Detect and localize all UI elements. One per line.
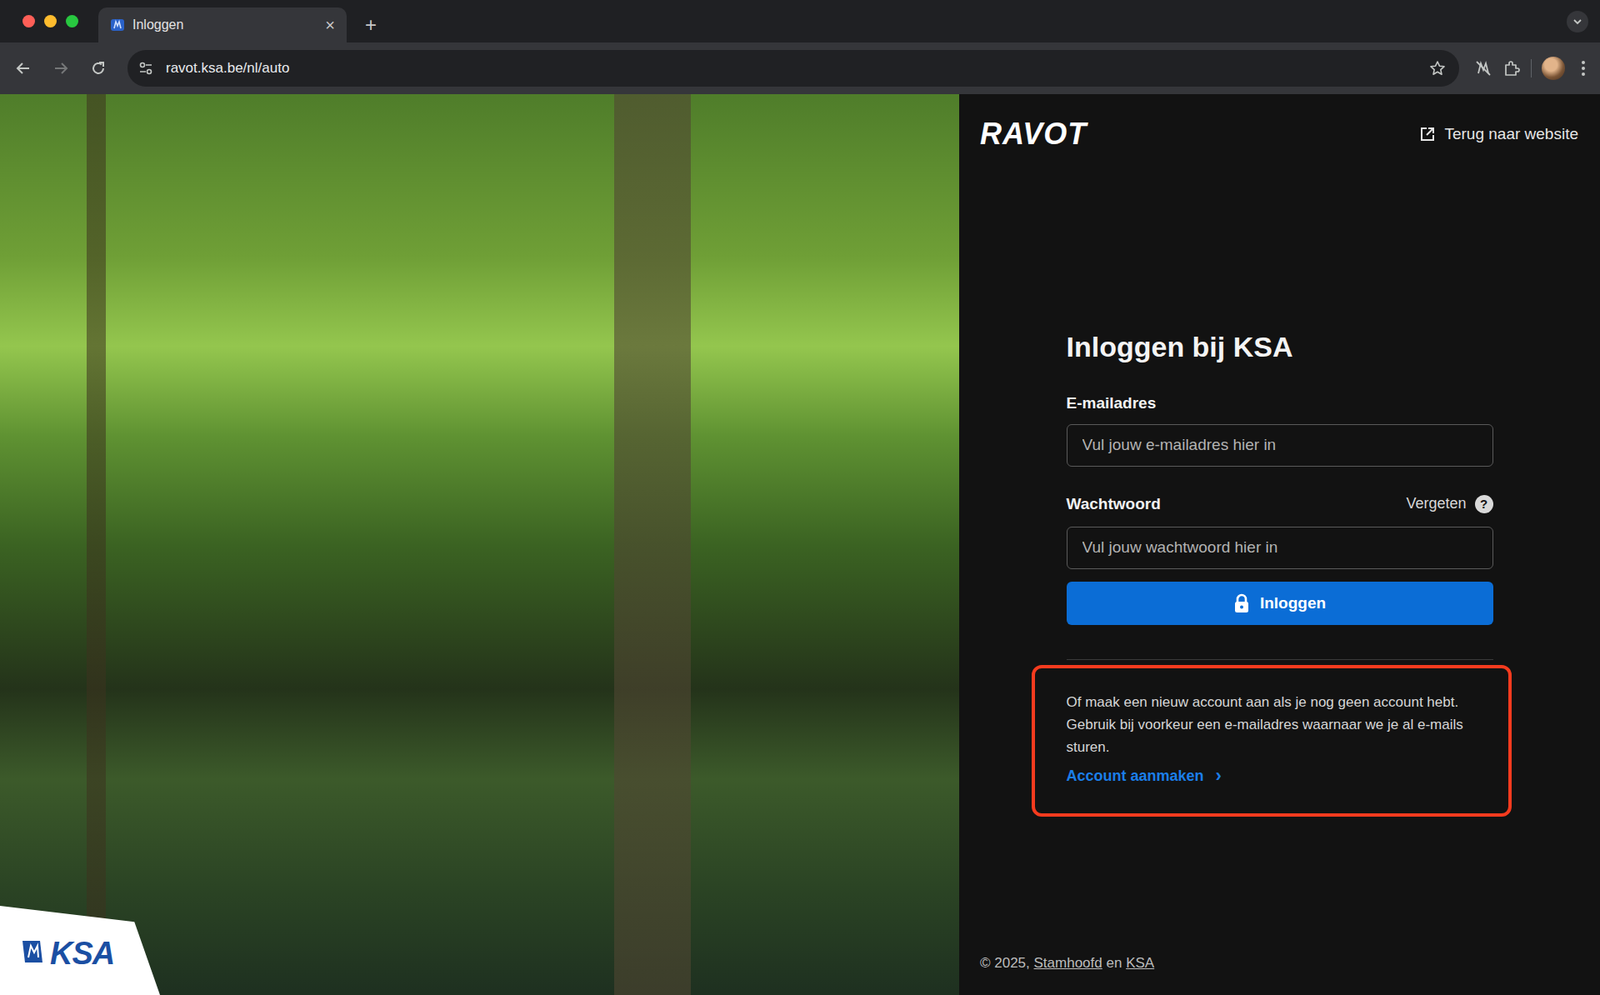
page-content: KSA RAVOT Terug naar website Inloggen bi… — [0, 94, 1600, 995]
chevron-down-icon — [1571, 15, 1584, 28]
extensions-puzzle-icon[interactable] — [1502, 59, 1521, 78]
password-label: Wachtwoord — [1066, 494, 1161, 514]
create-account-link[interactable]: Account aanmaken › — [1066, 765, 1222, 788]
login-form: Inloggen bij KSA E-mailadres Wachtwoord … — [1066, 330, 1494, 817]
url-text: ravot.ksa.be/nl/auto — [165, 57, 290, 80]
chevron-right-icon: › — [1215, 766, 1222, 785]
more-menu-icon[interactable] — [1575, 59, 1592, 78]
email-input[interactable] — [1066, 424, 1494, 467]
login-button[interactable]: Inloggen — [1066, 581, 1494, 625]
ksa-favicon-icon — [110, 17, 125, 33]
browser-tab[interactable]: Inloggen × — [98, 7, 347, 43]
ksa-logo-text: KSA — [50, 937, 115, 970]
new-tab-button[interactable]: + — [365, 7, 377, 43]
back-to-website-text: Terug naar website — [1444, 122, 1579, 147]
toolbar-separator — [1530, 59, 1532, 78]
reload-button[interactable] — [83, 53, 114, 84]
toolbar: ravot.ksa.be/nl/auto — [0, 42, 1600, 95]
browser-window: Inloggen × + ravot.ksa.be/nl/auto — [0, 0, 1600, 995]
address-bar[interactable]: ravot.ksa.be/nl/auto — [127, 50, 1460, 87]
signup-text: Of maak een nieuw account aan als je nog… — [1066, 690, 1490, 759]
forgot-password-link[interactable]: Vergeten ? — [1405, 492, 1493, 515]
footer-joiner: en — [1106, 955, 1123, 971]
password-label-row: Wachtwoord Vergeten ? — [1066, 493, 1494, 515]
create-account-text: Account aanmaken — [1066, 765, 1205, 788]
toolbar-actions — [1474, 56, 1592, 80]
footer-link[interactable]: Stamhoofd — [1034, 955, 1103, 971]
password-input[interactable] — [1066, 526, 1494, 570]
email-label: E-mailadres — [1066, 393, 1494, 413]
panel-header: RAVOT Terug naar website — [959, 94, 1600, 153]
panel-footer: © 2025, Stamhoofd en KSA — [959, 952, 1600, 995]
arrow-left-icon — [15, 60, 32, 77]
forward-button[interactable] — [45, 53, 76, 84]
lock-icon — [1233, 593, 1250, 614]
arrow-right-icon — [52, 60, 70, 77]
close-window-button[interactable] — [22, 15, 35, 28]
login-button-text: Inloggen — [1260, 591, 1326, 616]
site-settings-icon[interactable] — [137, 60, 155, 77]
back-button[interactable] — [8, 53, 39, 84]
help-icon: ? — [1475, 495, 1494, 514]
hiking-photo: KSA — [0, 94, 960, 995]
maximize-window-button[interactable] — [65, 15, 79, 28]
minimize-window-button[interactable] — [44, 15, 57, 28]
signup-box: Of maak een nieuw account aan als je nog… — [1031, 665, 1512, 817]
tab-close-button[interactable]: × — [325, 16, 335, 34]
forgot-text: Vergeten — [1405, 492, 1466, 515]
ksa-emblem-icon — [20, 937, 45, 966]
tab-title: Inloggen — [132, 15, 184, 35]
reload-icon — [90, 60, 107, 77]
ksa-corner-logo[interactable]: KSA — [0, 905, 160, 995]
ravot-logo[interactable]: RAVOT — [980, 117, 1087, 151]
profile-avatar[interactable] — [1541, 56, 1565, 80]
bookmark-star-icon[interactable] — [1429, 60, 1446, 77]
copyright-text: © 2025, — [980, 955, 1030, 971]
login-title: Inloggen bij KSA — [1066, 330, 1494, 365]
tab-strip: Inloggen × + — [0, 0, 1600, 43]
tab-search-button[interactable] — [1566, 10, 1589, 33]
footer-link[interactable]: KSA — [1125, 955, 1155, 971]
back-to-website-link[interactable]: Terug naar website — [1419, 122, 1579, 147]
tracking-blocked-icon[interactable] — [1474, 59, 1493, 78]
external-link-icon — [1419, 125, 1436, 143]
login-panel: RAVOT Terug naar website Inloggen bij KS… — [959, 94, 1600, 995]
form-divider — [1066, 659, 1494, 660]
